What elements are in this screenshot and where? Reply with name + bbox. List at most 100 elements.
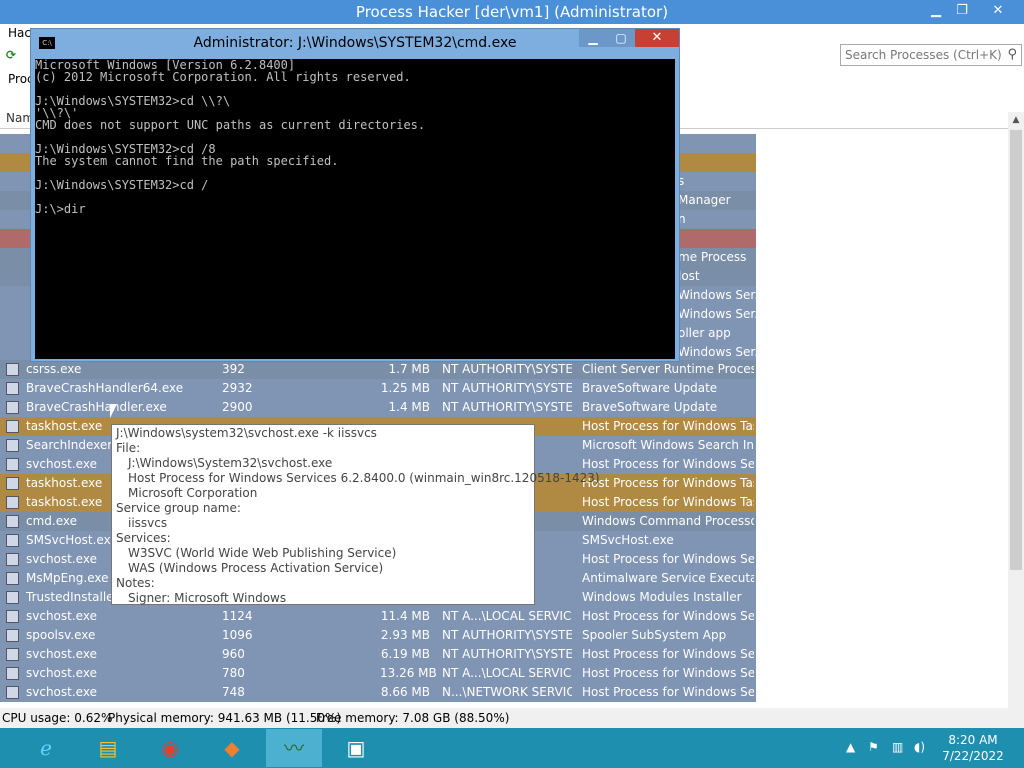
process-icon xyxy=(6,363,19,376)
tooltip-file-label: File: xyxy=(116,441,141,455)
process-memory: 6.19 MB xyxy=(380,647,430,661)
process-memory: 8.66 MB xyxy=(380,685,430,699)
tooltip-notes-label: Notes: xyxy=(116,576,155,590)
process-pid: 960 xyxy=(222,647,245,661)
menu-hacker[interactable]: Hac xyxy=(8,26,31,40)
table-row[interactable]: spoolsv.exe 1096 2.93 MB NT AUTHORITY\SYSTE… xyxy=(0,626,756,645)
console-line: J:\>dir xyxy=(35,202,86,216)
free-memory: Free memory: 7.08 GB (88.50%) xyxy=(316,711,510,725)
process-description: Host Process for Windows Se... xyxy=(582,666,754,680)
brave-icon[interactable]: ◆ xyxy=(204,729,260,767)
process-icon xyxy=(6,572,19,585)
tooltip-services-label: Services: xyxy=(116,531,171,545)
search-placeholder: Search Processes (Ctrl+K) xyxy=(845,48,1002,62)
file-explorer-icon[interactable]: ▤ xyxy=(80,729,136,767)
taskbar: ℯ ▤ ◉ ◆ 〰 ▣ ▲ ⚑ ▥ ◖) 8:20 AM 7/22/2022 xyxy=(0,728,1024,768)
search-icon: ⚲ xyxy=(1007,47,1017,62)
process-pid: 780 xyxy=(222,666,245,680)
process-icon xyxy=(6,458,19,471)
minimize-button[interactable]: ▁ xyxy=(924,2,948,20)
console-line: CMD does not support UNC paths as curren… xyxy=(35,118,426,132)
process-description: SMSvcHost.exe xyxy=(582,533,674,547)
process-hacker-titlebar: Process Hacker [der\vm1] (Administrator)… xyxy=(0,0,1024,24)
table-row[interactable]: svchost.exe 748 8.66 MB N...\NETWORK SERVIC… xyxy=(0,683,756,702)
process-description: Microsoft Windows Search In... xyxy=(582,438,754,452)
cmd-maximize-button[interactable]: ▢ xyxy=(607,29,635,47)
tooltip-group: iissvcs xyxy=(128,516,168,530)
process-pid: 2900 xyxy=(222,400,253,414)
process-tooltip: J:\Windows\system32\svchost.exe -k iissv… xyxy=(111,424,600,605)
process-hacker-taskbar-icon[interactable]: 〰 xyxy=(266,729,322,767)
process-user: NT A...\LOCAL SERVICE xyxy=(442,666,572,680)
physical-memory: Physical memory: 941.63 MB (11.50%) xyxy=(108,711,342,725)
table-row[interactable]: svchost.exe 780 13.26 MB NT A...\LOCAL SERV… xyxy=(0,664,756,683)
cmd-minimize-button[interactable]: ▁ xyxy=(579,29,607,47)
cmd-taskbar-icon[interactable]: ▣ xyxy=(328,729,384,767)
internet-explorer-icon[interactable]: ℯ xyxy=(18,729,74,767)
process-description: BraveSoftware Update xyxy=(582,400,718,414)
scroll-thumb[interactable] xyxy=(1010,130,1022,570)
tooltip-service-2: WAS (Windows Process Activation Service) xyxy=(128,561,384,575)
table-row[interactable]: svchost.exe 960 6.19 MB NT AUTHORITY\SYSTEM… xyxy=(0,645,756,664)
process-description: Host Process for Windows Tas... xyxy=(582,476,754,490)
process-name: BraveCrashHandler.exe xyxy=(26,400,167,414)
refresh-icon[interactable]: ⟳ xyxy=(6,48,18,62)
console-output[interactable]: Microsoft Windows [Version 6.2.8400] (c) … xyxy=(35,59,675,359)
process-icon xyxy=(6,686,19,699)
process-name: csrss.exe xyxy=(26,362,82,376)
process-user: NT AUTHORITY\SYSTEM xyxy=(442,362,572,376)
process-description: Spooler SubSystem App xyxy=(582,628,727,642)
process-icon xyxy=(6,648,19,661)
table-row[interactable]: csrss.exe 392 1.7 MB NT AUTHORITY\SYSTEM Cli… xyxy=(0,360,756,379)
cmd-close-button[interactable]: ✕ xyxy=(635,29,679,47)
close-button[interactable]: ✕ xyxy=(986,2,1010,20)
process-name: svchost.exe xyxy=(26,685,97,699)
show-hidden-icons-icon[interactable]: ▲ xyxy=(846,740,855,754)
process-pid: 2932 xyxy=(222,381,253,395)
process-icon xyxy=(6,629,19,642)
process-icon xyxy=(6,591,19,604)
process-icon xyxy=(6,515,19,528)
process-icon xyxy=(6,420,19,433)
cmd-window[interactable]: C:\ Administrator: J:\Windows\SYSTEM32\c… xyxy=(30,28,680,362)
process-icon xyxy=(6,553,19,566)
process-description: BraveSoftware Update xyxy=(582,381,718,395)
process-memory: 1.25 MB xyxy=(380,381,430,395)
process-pid: 392 xyxy=(222,362,245,376)
flag-icon[interactable]: ⚑ xyxy=(868,740,879,754)
tooltip-cmdline: J:\Windows\system32\svchost.exe -k iissv… xyxy=(116,426,377,440)
scroll-up-arrow-icon[interactable]: ▲ xyxy=(1008,112,1024,128)
clock[interactable]: 8:20 AM 7/22/2022 xyxy=(930,732,1016,764)
process-description: Host Process for Windows Tas... xyxy=(582,419,754,433)
table-row[interactable]: BraveCrashHandler64.exe 2932 1.25 MB NT AUT… xyxy=(0,379,756,398)
tooltip-service-1: W3SVC (World Wide Web Publishing Service… xyxy=(128,546,397,560)
process-name: svchost.exe xyxy=(26,609,97,623)
chrome-icon[interactable]: ◉ xyxy=(142,729,198,767)
process-icon xyxy=(6,477,19,490)
network-icon[interactable]: ▥ xyxy=(892,740,903,754)
volume-icon[interactable]: ◖) xyxy=(914,740,925,754)
process-user: NT A...\LOCAL SERVICE xyxy=(442,609,572,623)
status-bar: CPU usage: 0.62% Physical memory: 941.63… xyxy=(0,708,1024,728)
table-row[interactable]: svchost.exe 1124 11.4 MB NT A...\LOCAL SERV… xyxy=(0,607,756,626)
clock-date: 7/22/2022 xyxy=(942,749,1004,763)
mouse-cursor-icon xyxy=(110,404,117,418)
process-user: NT AUTHORITY\SYSTEM xyxy=(442,628,572,642)
process-user: NT AUTHORITY\SYSTEM xyxy=(442,381,572,395)
clock-time: 8:20 AM xyxy=(948,733,998,747)
console-line: J:\Windows\SYSTEM32>cd / xyxy=(35,178,209,192)
maximize-button[interactable]: ❐ xyxy=(950,2,974,20)
process-description: Host Process for Windows Se... xyxy=(582,552,754,566)
tooltip-file-path: J:\Windows\System32\svchost.exe xyxy=(128,456,333,470)
console-line: J:\Windows\SYSTEM32>cd \\?\ xyxy=(35,94,231,108)
search-input[interactable]: Search Processes (Ctrl+K) ⚲ xyxy=(840,44,1022,66)
process-description: Windows Command Processor xyxy=(582,514,754,528)
process-icon xyxy=(6,382,19,395)
process-pid: 748 xyxy=(222,685,245,699)
vertical-scrollbar[interactable]: ▲ ▼ xyxy=(1008,112,1024,728)
process-icon xyxy=(6,610,19,623)
process-name: svchost.exe xyxy=(26,666,97,680)
process-memory: 13.26 MB xyxy=(380,666,437,680)
process-icon xyxy=(6,667,19,680)
